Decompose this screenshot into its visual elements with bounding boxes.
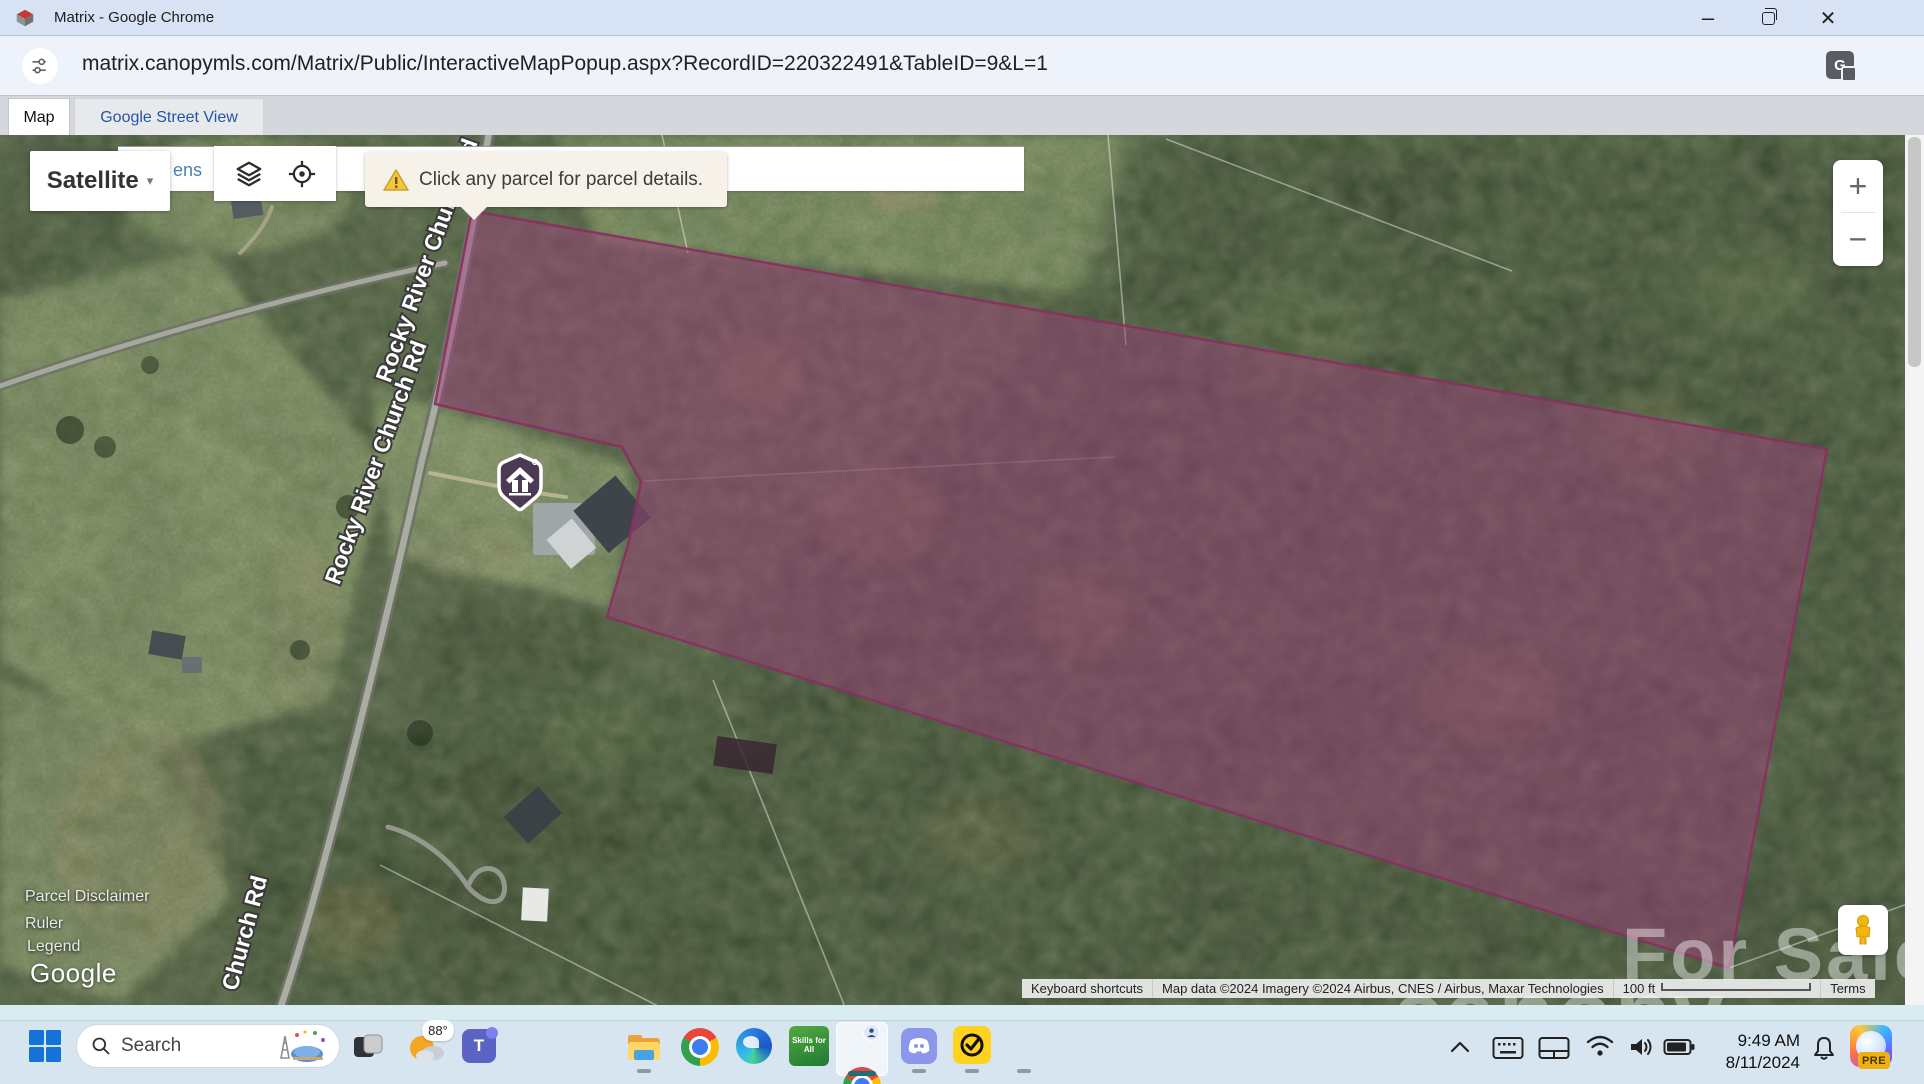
window-titlebar: Matrix - Google Chrome (0, 0, 1924, 36)
restore-button[interactable] (1746, 3, 1790, 33)
task-view-button[interactable] (352, 1031, 384, 1063)
file-explorer-button[interactable] (626, 1028, 662, 1064)
wifi-icon[interactable] (1586, 1034, 1614, 1058)
map-type-dropdown[interactable]: Satellite ▾ (30, 151, 170, 211)
touchpad-icon[interactable] (1538, 1036, 1570, 1060)
tab-gsv-label: Google Street View (100, 109, 238, 127)
layers-icon[interactable] (234, 159, 264, 189)
pegman-icon (1849, 914, 1877, 946)
matrix-app-icon (14, 7, 36, 29)
parcel-disclaimer-link[interactable]: Parcel Disclaimer (25, 888, 149, 906)
temperature-badge: 88° (422, 1020, 454, 1041)
search-icon (91, 1036, 111, 1056)
discord-app-button[interactable] (901, 1028, 937, 1064)
my-location-icon[interactable] (287, 159, 317, 189)
pegman-button[interactable] (1838, 905, 1888, 955)
notifications-bell-icon[interactable] (1812, 1036, 1836, 1062)
ruler-link[interactable]: Ruler (25, 915, 63, 933)
site-settings-button[interactable] (22, 48, 58, 84)
map-viewport[interactable]: For Sale Rocky River Church Rd Rocky Riv… (0, 135, 1905, 1005)
map-tools-panel (214, 146, 336, 201)
scrollbar-thumb[interactable] (1908, 137, 1921, 367)
window-title: Matrix - Google Chrome (54, 9, 214, 26)
start-button[interactable] (28, 1029, 62, 1063)
tab-map[interactable]: Map (8, 98, 70, 136)
translate-icon[interactable]: G (1826, 51, 1854, 79)
checkmark-icon (959, 1032, 985, 1058)
running-indicator (1017, 1069, 1031, 1073)
tune-icon (30, 56, 50, 76)
taskbar-search[interactable]: Search (76, 1024, 340, 1068)
active-indicator (848, 1071, 876, 1076)
running-indicator (965, 1069, 979, 1073)
tab-map-label: Map (23, 109, 54, 127)
legend-link[interactable]: Legend (27, 938, 80, 956)
close-button[interactable]: ✕ (1806, 3, 1850, 33)
clock-date: 8/11/2024 (1690, 1052, 1800, 1074)
satellite-map-image[interactable]: For Sale Rocky River Church Rd Rocky Riv… (0, 135, 1905, 1005)
page-background-strip (0, 1005, 1924, 1020)
parcel-notice-callout: Click any parcel for parcel details. (365, 152, 727, 207)
chrome-profile-badge (863, 1024, 880, 1041)
skills-for-all-button[interactable]: Skills for All (789, 1026, 829, 1066)
touch-keyboard-icon[interactable] (1492, 1036, 1524, 1060)
partial-link[interactable]: ens (173, 160, 202, 181)
zoom-out-button[interactable]: − (1833, 213, 1883, 265)
chevron-down-icon: ▾ (147, 173, 154, 189)
running-indicator (637, 1069, 651, 1073)
discord-icon (907, 1037, 931, 1055)
skills-label: Skills for All (789, 1037, 829, 1055)
google-logo[interactable]: Google (30, 958, 117, 989)
browser-window: Matrix - Google Chrome – ✕ matrix.canopy… (0, 0, 1924, 1084)
zoom-in-button[interactable]: + (1833, 160, 1883, 212)
taskbar-clock[interactable]: 9:49 AM 8/11/2024 (1690, 1030, 1800, 1074)
tab-strip: Map Google Street View (0, 95, 1924, 135)
map-zoom-control: + − (1833, 160, 1883, 266)
edge-swirl (743, 1036, 759, 1048)
restore-icon (1762, 12, 1775, 25)
teams-app-button[interactable]: T (462, 1029, 496, 1063)
warning-icon (383, 168, 409, 192)
minimize-button[interactable]: – (1686, 3, 1730, 33)
terms-link[interactable]: Terms (1820, 979, 1874, 998)
url-text[interactable]: matrix.canopymls.com/Matrix/Public/Inter… (82, 52, 1048, 76)
running-indicator (912, 1069, 926, 1073)
search-highlight-doodle (271, 1028, 329, 1064)
map-type-label: Satellite (47, 167, 139, 195)
volume-icon[interactable] (1628, 1035, 1656, 1059)
edge-app-button[interactable] (736, 1028, 772, 1064)
search-placeholder: Search (121, 1035, 271, 1057)
clock-time: 9:49 AM (1690, 1030, 1800, 1052)
tray-chevron-icon[interactable] (1450, 1040, 1470, 1054)
parcel-notice-text: Click any parcel for parcel details. (419, 169, 703, 191)
tab-google-street-view[interactable]: Google Street View (74, 98, 264, 136)
chrome-app-button[interactable] (681, 1028, 719, 1066)
testing-app-button[interactable] (953, 1026, 991, 1064)
copilot-pre-badge: PRE (1858, 1052, 1890, 1069)
keyboard-shortcuts-link[interactable]: Keyboard shortcuts (1022, 979, 1152, 998)
